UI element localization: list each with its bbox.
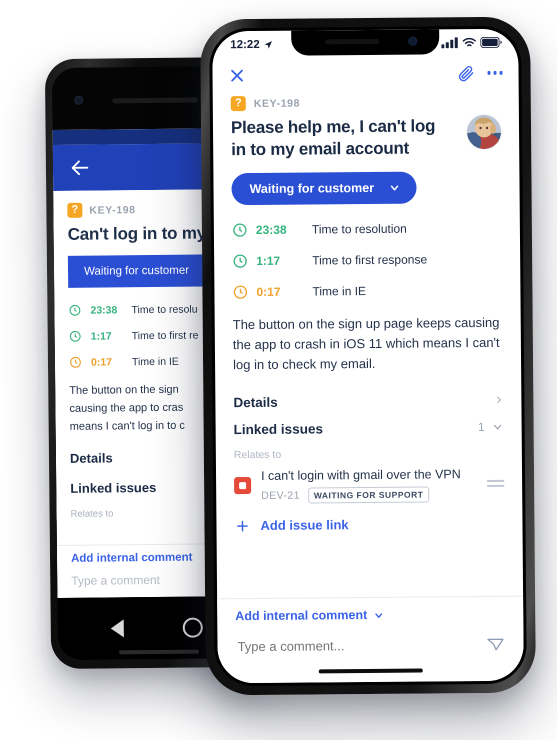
status-bar-time: 12:22 — [230, 38, 260, 51]
location-arrow-icon — [264, 39, 274, 49]
add-issue-link-button[interactable]: Add issue link — [234, 516, 504, 534]
more-options-icon[interactable] — [487, 71, 503, 75]
home-indicator — [318, 668, 423, 674]
page-title: Please help me, I can't log in to my ema… — [230, 116, 436, 159]
drag-handle-icon[interactable] — [487, 479, 505, 488]
sla-label: Time to resolution — [311, 221, 407, 236]
ios-app-screen: 12:22 ? KEY-198 Please help me, I can't … — [212, 28, 524, 684]
iphone-device: 12:22 ? KEY-198 Please help me, I can't … — [200, 16, 536, 696]
android-sla-label: Time to resolu — [131, 303, 198, 316]
clock-icon — [69, 356, 82, 369]
sla-row: 1:17 Time to first response — [232, 250, 502, 268]
linked-issues-meta: 1 — [478, 420, 504, 434]
comment-input-row — [235, 634, 505, 656]
sla-label: Time to first response — [312, 251, 428, 267]
chevron-down-icon — [388, 181, 400, 193]
linked-issue-meta: DEV-21 WAITING FOR SUPPORT — [261, 486, 477, 504]
nav-back-icon[interactable] — [110, 619, 125, 638]
status-badge[interactable]: Waiting for customer — [231, 171, 417, 205]
clock-icon — [232, 283, 256, 299]
battery-icon — [480, 36, 502, 48]
android-earpiece-speaker — [112, 97, 199, 104]
linked-issue-status-badge: WAITING FOR SUPPORT — [307, 486, 430, 504]
avatar — [466, 114, 502, 150]
details-section-header[interactable]: Details — [233, 393, 503, 410]
android-front-camera-icon — [74, 95, 84, 105]
arrow-left-icon[interactable] — [69, 157, 91, 179]
ios-issue-key: KEY-198 — [253, 97, 301, 110]
ios-comment-footer: Add internal comment — [217, 595, 524, 684]
iphone-screen-bezel: 12:22 ? KEY-198 Please help me, I can't … — [209, 25, 527, 687]
linked-issues-section-header[interactable]: Linked issues 1 — [234, 420, 504, 437]
linked-issues-label: Linked issues — [233, 421, 323, 438]
clock-icon — [69, 330, 82, 343]
cellular-signal-icon — [441, 37, 458, 49]
sla-label: Time in IE — [312, 283, 367, 298]
android-sla-label: Time to first re — [131, 329, 199, 342]
list-item[interactable]: I can't login with gmail over the VPN DE… — [234, 465, 505, 504]
sla-time: 1:17 — [256, 253, 281, 268]
sla-time: 0:17 — [256, 284, 281, 299]
details-label: Details — [233, 394, 278, 411]
add-internal-comment-label: Add internal comment — [235, 608, 368, 624]
wifi-icon — [462, 37, 476, 48]
close-icon[interactable] — [228, 67, 245, 84]
question-type-icon: ? — [67, 202, 83, 218]
linked-issue-title: I can't login with gmail over the VPN — [260, 467, 461, 483]
add-issue-link-label: Add issue link — [260, 517, 349, 534]
chevron-down-icon — [492, 421, 504, 433]
status-bar-right — [441, 36, 502, 49]
chevron-down-icon — [373, 609, 384, 620]
ios-title-row: Please help me, I can't log in to my ema… — [230, 114, 502, 161]
nav-home-icon[interactable] — [182, 617, 203, 638]
question-type-icon: ? — [230, 96, 246, 112]
android-sla-time: 1:17 — [90, 329, 112, 343]
sla-row: 23:38 Time to resolution — [232, 219, 502, 237]
sla-time: 23:38 — [255, 222, 287, 237]
ios-toolbar-actions — [457, 64, 503, 81]
sla-row: 0:17 Time in IE — [232, 281, 502, 299]
status-bar-left: 12:22 — [230, 38, 274, 51]
linked-issue-key: DEV-21 — [261, 489, 300, 502]
ios-sla-list: 23:38 Time to resolution 1:17 Time to fi… — [232, 219, 503, 299]
android-sla-time: 23:38 — [90, 303, 118, 317]
iphone-notch — [291, 29, 440, 56]
ios-issue-detail-body: ? KEY-198 Please help me, I can't log in… — [213, 90, 523, 604]
clock-icon — [68, 304, 81, 317]
linked-issue-main: I can't login with gmail over the VPN DE… — [261, 465, 477, 504]
clock-icon — [232, 221, 256, 237]
earpiece-speaker — [325, 38, 380, 45]
bug-type-icon — [234, 476, 252, 495]
android-sla-time: 0:17 — [90, 355, 113, 369]
android-bottom-accent — [119, 649, 200, 655]
send-icon[interactable] — [485, 634, 505, 654]
linked-issues-count: 1 — [477, 420, 485, 435]
add-internal-comment-button[interactable]: Add internal comment — [235, 607, 505, 623]
status-label: Waiting for customer — [249, 180, 375, 196]
phones-mockup-scene: ? KEY-198 Can't log in to my em Waiting … — [0, 0, 557, 740]
chevron-right-icon — [494, 393, 503, 407]
paperclip-icon[interactable] — [457, 65, 474, 82]
front-camera-icon — [408, 36, 418, 46]
android-issue-key: KEY-198 — [89, 203, 136, 217]
android-sla-label: Time in IE — [131, 355, 179, 368]
clock-icon — [232, 252, 256, 268]
plus-icon — [234, 518, 250, 534]
relates-to-label: Relates to — [233, 448, 282, 462]
ios-top-toolbar — [212, 56, 518, 93]
ios-issue-key-row: ? KEY-198 — [230, 94, 501, 112]
comment-input[interactable] — [235, 635, 486, 655]
issue-description: The button on the sign up page keeps cau… — [232, 314, 500, 372]
